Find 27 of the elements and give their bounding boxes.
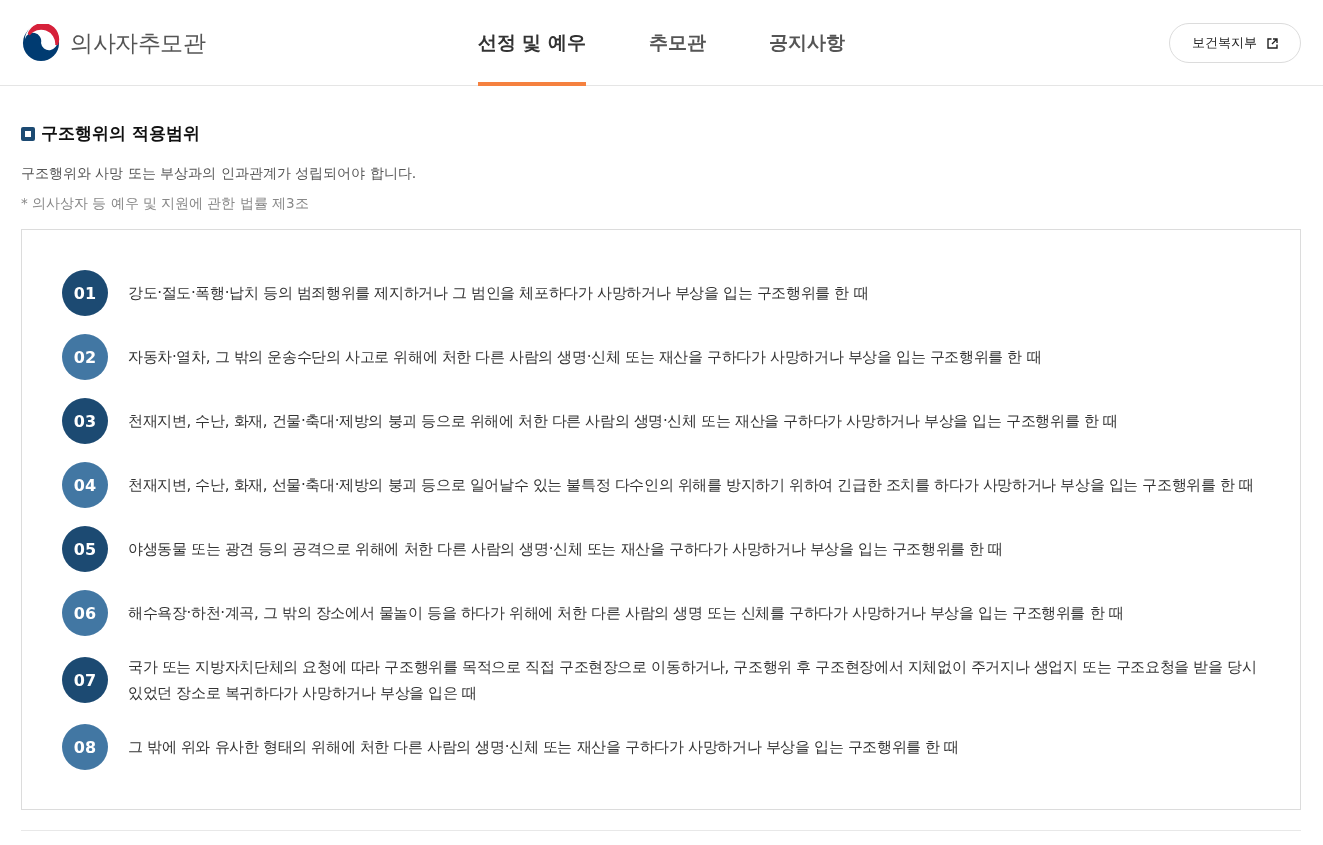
section-title: 구조행위의 적용범위 bbox=[41, 122, 200, 145]
number-badge: 06 bbox=[62, 590, 108, 636]
criteria-text: 자동차·열차, 그 밖의 운송수단의 사고로 위해에 처한 다른 사람의 생명·신체 또는 재산을 구하다가 사망하거나 부상을 입는 구조행위를 한 때 bbox=[128, 347, 1042, 368]
criteria-text: 강도·절도·폭행·납치 등의 범죄행위를 제지하거나 그 범인을 체포하다가 사망하거나 부상을 입는 구조행위를 한 때 bbox=[128, 283, 869, 304]
external-link-button[interactable]: 보건복지부 bbox=[1169, 23, 1301, 63]
emblem-icon bbox=[22, 24, 60, 62]
number-badge: 08 bbox=[62, 724, 108, 770]
number-badge: 01 bbox=[62, 270, 108, 316]
number-badge: 04 bbox=[62, 462, 108, 508]
nav-tab[interactable]: 추모관 bbox=[649, 0, 707, 86]
criteria-text: 그 밖에 위와 유사한 형태의 위해에 처한 다른 사람의 생명·신체 또는 재산을 구하다가 사망하거나 부상을 입는 구조행위를 한 때 bbox=[128, 737, 960, 758]
number-badge: 02 bbox=[62, 334, 108, 380]
criteria-text: 천재지변, 수난, 화재, 선물·축대·제방의 붕괴 등으로 일어날수 있는 불특정 다수인의 위해를 방지하기 위하여 긴급한 조치를 하다가 사망하거나 부상을 입는 구조행위를 한 때 bbox=[128, 475, 1254, 496]
section-description: 구조행위와 사망 또는 부상과의 인과관계가 성립되어야 합니다. bbox=[21, 165, 418, 183]
site-title[interactable]: 의사자추모관 bbox=[70, 27, 205, 59]
nav-tab[interactable]: 선정 및 예우 bbox=[477, 0, 587, 86]
criteria-text: 천재지변, 수난, 화재, 건물·축대·제방의 붕괴 등으로 위해에 처한 다른 사람의 생명·신체 또는 재산을 구하다가 사망하거나 부상을 입는 구조행위를 한 때 bbox=[128, 411, 1118, 432]
external-link-icon bbox=[1267, 37, 1278, 49]
criteria-text: 국가 또는 지방자치단체의 요청에 따라 구조행위를 목적으로 직접 구조현장으로 이동하거나, 구조행위 후 구조현장에서 지체없이 주거지나 생업지 또는 구조요청을 받을 당시 있었던 장소로 복귀하다가 사망하거나 부상을 입은 때 bbox=[128, 657, 1258, 704]
nav-tab[interactable]: 공지사항 bbox=[769, 0, 846, 86]
number-badge: 03 bbox=[62, 398, 108, 444]
criteria-text: 해수욕장·하천·계곡, 그 밖의 장소에서 물놀이 등을 하다가 위해에 처한 다른 사람의 생명 또는 신체를 구하다가 사망하거나 부상을 입는 구조행위를 한 때 bbox=[128, 603, 1124, 624]
law-reference-note: * 의사상자 등 예우 및 지원에 관한 법률 제3조 bbox=[21, 195, 310, 213]
number-badge: 07 bbox=[62, 657, 108, 703]
criteria-text: 야생동물 또는 광견 등의 공격으로 위해에 처한 다른 사람의 생명·신체 또는 재산을 구하다가 사망하거나 부상을 입는 구조행위를 한 때 bbox=[128, 539, 1004, 560]
square-bullet-icon bbox=[21, 126, 35, 141]
number-badge: 05 bbox=[62, 526, 108, 572]
